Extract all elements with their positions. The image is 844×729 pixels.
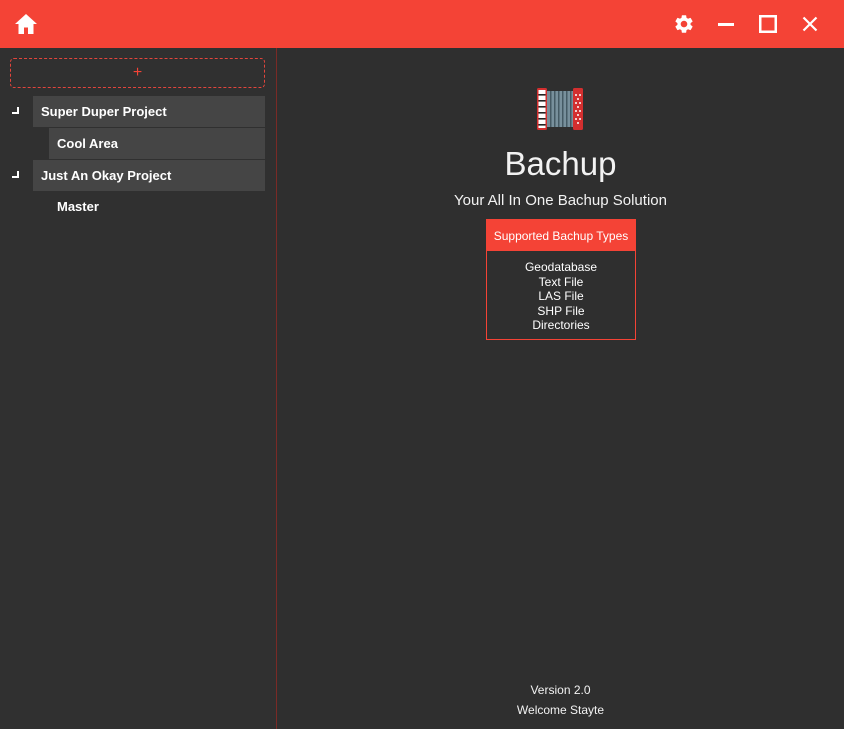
project-name: Just An Okay Project [41, 168, 172, 183]
tree-row: Cool Area [0, 128, 276, 159]
title-bar [0, 0, 844, 48]
project-sidebar: + Super Duper Project Cool Area Just An … [0, 48, 277, 729]
add-project-button[interactable]: + [10, 58, 265, 88]
welcome-panel: Bachup Your All In One Bachup Solution S… [277, 48, 844, 729]
project-node-just-an-okay[interactable]: Just An Okay Project [33, 160, 265, 191]
expander-icon[interactable] [12, 107, 19, 114]
area-name: Master [57, 199, 99, 214]
footer: Version 2.0 Welcome Stayte [277, 681, 844, 720]
supported-types-list: Geodatabase Text File LAS File SHP File … [487, 251, 635, 333]
welcome-label: Welcome Stayte [516, 702, 605, 717]
tagline: Your All In One Bachup Solution [454, 192, 667, 209]
project-node-super-duper[interactable]: Super Duper Project [33, 96, 265, 127]
minimize-button[interactable] [706, 0, 746, 48]
gear-icon [675, 15, 693, 33]
home-icon [15, 14, 37, 34]
version-label: Version 2.0 [530, 683, 591, 697]
home-button[interactable] [6, 0, 46, 48]
list-item: SHP File [537, 303, 585, 318]
project-name: Super Duper Project [41, 104, 167, 119]
close-icon [802, 16, 818, 32]
app-name: Bachup [504, 145, 617, 182]
supported-types-panel: Supported Bachup Types Geodatabase Text … [486, 219, 636, 340]
tree-row: Just An Okay Project [0, 160, 276, 191]
accordion-icon [537, 88, 583, 130]
expander-icon[interactable] [12, 171, 19, 178]
list-item: LAS File [538, 289, 584, 303]
add-icon: + [132, 64, 143, 81]
tree-row: Master [0, 191, 276, 222]
area-node-cool-area[interactable]: Cool Area [49, 128, 265, 159]
area-name: Cool Area [57, 136, 118, 151]
list-item: Text File [538, 274, 584, 289]
supported-types-header: Supported Bachup Types [487, 220, 635, 251]
settings-button[interactable] [664, 0, 704, 48]
close-button[interactable] [790, 0, 830, 48]
list-item: Geodatabase [524, 260, 598, 274]
minimize-icon [718, 23, 734, 26]
area-node-master[interactable]: Master [49, 191, 265, 222]
list-item: Directories [532, 318, 590, 332]
maximize-button[interactable] [748, 0, 788, 48]
maximize-icon [759, 15, 777, 33]
tree-row: Super Duper Project [0, 96, 276, 127]
